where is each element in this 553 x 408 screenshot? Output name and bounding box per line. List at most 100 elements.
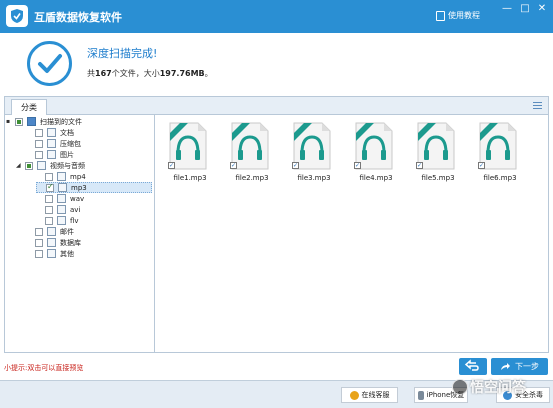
tab-category[interactable]: 分类 (11, 99, 47, 115)
online-service-button[interactable]: 在线客服 (341, 387, 398, 403)
scan-status-area: 深度扫描完成! 共167个文件，大小197.76MB。 (0, 33, 553, 91)
total-size: 197.76MB (159, 69, 205, 78)
file-name: file1.mp3 (173, 174, 207, 182)
app-title: 互盾数据恢复软件 (34, 11, 122, 24)
file-type-icon (57, 205, 66, 214)
tree-item-documents[interactable]: 文档 (26, 127, 74, 138)
file-count: 167 (95, 69, 112, 78)
tree-item-label: 图片 (60, 150, 74, 159)
file-item[interactable]: ✓ file2.mp3 (221, 119, 275, 187)
preview-hint: 小提示:双击可以直接预览 (4, 364, 84, 372)
file-name: file2.mp3 (235, 174, 269, 182)
tree-item-label: avi (70, 205, 81, 214)
tree-item-avi[interactable]: avi (36, 204, 80, 215)
tree-item-images[interactable]: 图片 (26, 149, 74, 160)
file-item[interactable]: ✓ file6.mp3 (469, 119, 523, 187)
tree-checkbox[interactable] (45, 205, 53, 214)
minimize-button[interactable]: — (500, 3, 514, 14)
tree-item-label: 扫描到的文件 (40, 117, 82, 126)
file-checkbox[interactable]: ✓ (168, 162, 175, 169)
tree-checkbox[interactable] (45, 194, 53, 203)
file-type-icon (37, 161, 46, 170)
tree-expander-icon[interactable]: ◢ (16, 162, 23, 169)
file-name: file6.mp3 (483, 174, 517, 182)
file-checkbox[interactable]: ✓ (230, 162, 237, 169)
help-tutorial-label: 使用教程 (448, 11, 480, 20)
file-checkbox[interactable]: ✓ (354, 162, 361, 169)
watermark-badge-icon (452, 379, 468, 395)
tree-item-label: 文档 (60, 128, 74, 137)
file-item[interactable]: ✓ file1.mp3 (159, 119, 213, 187)
help-tutorial-button[interactable]: 使用教程 (436, 10, 480, 21)
file-type-icon (47, 128, 56, 137)
back-button[interactable] (459, 358, 487, 375)
file-name: file4.mp3 (359, 174, 393, 182)
tree-item-label: 邮件 (60, 227, 74, 236)
close-button[interactable]: ✕ (535, 3, 549, 14)
tree-item-email[interactable]: 邮件 (26, 226, 74, 237)
app-logo-icon (6, 5, 28, 27)
tree-checkbox[interactable] (35, 238, 43, 247)
tree-item-label: wav (70, 194, 85, 203)
file-item[interactable]: ✓ file3.mp3 (283, 119, 337, 187)
tree-item-archives[interactable]: 压缩包 (26, 138, 81, 149)
tree-checkbox[interactable] (35, 150, 43, 159)
tree-item-label: mp3 (71, 183, 87, 192)
tree-item-database[interactable]: 数据库 (26, 237, 81, 248)
file-type-icon (58, 183, 67, 192)
tree-checkbox[interactable] (35, 249, 43, 258)
view-menu-icon[interactable] (533, 102, 542, 109)
tree-item-mp3[interactable]: mp3 (36, 182, 152, 193)
tree-checkbox[interactable] (15, 117, 23, 126)
file-checkbox[interactable]: ✓ (478, 162, 485, 169)
scan-summary: 共167个文件，大小197.76MB。 (87, 69, 213, 78)
next-step-button[interactable]: 下一步 (491, 358, 548, 375)
phone-icon (417, 390, 424, 400)
tree-checkbox[interactable] (45, 216, 53, 225)
scan-complete-icon (27, 41, 72, 86)
tree-item-mp4[interactable]: mp4 (36, 171, 86, 182)
next-arrow-icon (501, 363, 510, 370)
maximize-button[interactable]: □ (518, 3, 532, 14)
file-name: file5.mp3 (421, 174, 455, 182)
tree-checkbox[interactable] (35, 139, 43, 148)
tree-item-label: flv (70, 216, 79, 225)
file-name: file3.mp3 (297, 174, 331, 182)
tree-checkbox[interactable] (46, 182, 54, 192)
tree-checkbox[interactable] (25, 161, 33, 170)
file-type-icon (47, 249, 56, 258)
tree-item-label: 视频与音频 (50, 161, 85, 170)
file-item[interactable]: ✓ file4.mp3 (345, 119, 399, 187)
tree-item-label: 数据库 (60, 238, 81, 247)
tree-item-label: mp4 (70, 172, 86, 181)
tree-item-video-audio[interactable]: ◢ 视频与音频 (16, 160, 85, 171)
tree-item-root[interactable]: ▪ 扫描到的文件 (6, 116, 82, 127)
tree-checkbox[interactable] (35, 227, 43, 236)
tree-item-other[interactable]: 其他 (26, 248, 74, 259)
tree-item-label: 压缩包 (60, 139, 81, 148)
tree-expander-icon[interactable]: ▪ (6, 118, 13, 125)
tree-item-wav[interactable]: wav (36, 193, 84, 204)
file-item[interactable]: ✓ file5.mp3 (407, 119, 461, 187)
file-type-icon (47, 139, 56, 148)
title-bar: 互盾数据恢复软件 使用教程 — □ ✕ (0, 0, 553, 33)
file-grid: ✓ file1.mp3 ✓ file2.mp3 ✓ file3.mp3 ✓ file4.mp3… (156, 115, 548, 352)
tree-checkbox[interactable] (45, 172, 53, 181)
file-type-icon (47, 150, 56, 159)
file-type-icon (57, 194, 66, 203)
tree-item-flv[interactable]: flv (36, 215, 79, 226)
book-icon (436, 10, 445, 21)
tree-item-label: 其他 (60, 249, 74, 258)
back-arrow-icon (464, 359, 479, 371)
scan-status-title: 深度扫描完成! (87, 47, 158, 60)
file-type-icon (57, 216, 66, 225)
watermark-text: 悟空问答 (470, 380, 526, 396)
file-checkbox[interactable]: ✓ (292, 162, 299, 169)
qq-icon (349, 390, 359, 400)
tree-checkbox[interactable] (35, 128, 43, 137)
file-type-icon (57, 172, 66, 181)
scan-results-icon (27, 117, 36, 126)
file-checkbox[interactable]: ✓ (416, 162, 423, 169)
file-type-icon (47, 227, 56, 236)
next-step-label: 下一步 (515, 362, 539, 371)
